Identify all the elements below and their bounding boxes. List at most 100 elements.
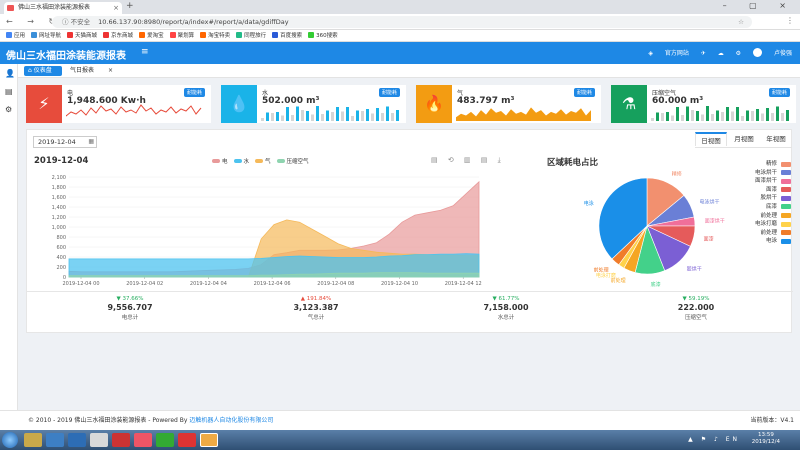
stat-value: 9,556.707 [107, 303, 153, 312]
close-tab-icon[interactable]: × [108, 67, 113, 74]
legend-item[interactable]: 压缩空气 [276, 157, 309, 165]
app3-taskbar-icon[interactable] [134, 433, 152, 447]
explorer-taskbar-icon[interactable] [24, 433, 42, 447]
date-picker[interactable]: 2019-12-04 ▦ [33, 136, 97, 148]
legend-swatch [255, 159, 264, 163]
area-power-pie-chart: 精修电泳烘干面漆烘干面漆胶烘干底漆前处理电泳打磨前处理电泳 [584, 171, 725, 288]
chart-legend: 电 水 气 压缩空气 [212, 157, 315, 165]
energy-area-chart: 2,100 1,800 1,600 1,400 1,200 1,000 800 600 400 2… [52, 175, 482, 287]
chart-title: 2019-12-04 [34, 156, 89, 166]
month-view-button[interactable]: 月视图 [729, 132, 759, 146]
pie-legend-item[interactable]: 电泳 [733, 237, 791, 246]
browser-menu-icon[interactable]: ⋮ [786, 16, 794, 25]
official-site-link[interactable]: ◈ 官方网站 [648, 50, 689, 57]
bookmark-star-icon[interactable]: ☆ [738, 16, 744, 28]
bookmark-item[interactable]: 京东商城 [103, 30, 133, 42]
sparkline-bar [266, 112, 269, 121]
pie-legend-item[interactable]: 底漆 [733, 203, 791, 212]
bookmark-icon [200, 32, 207, 38]
pie-legend-item[interactable]: 胶烘干 [733, 194, 791, 203]
bookmark-item[interactable]: 网址导航 [31, 30, 61, 42]
main-panel: 2019-12-04 ▦ 日视图 月视图 年视图 2019-12-04 电水气压… [26, 129, 793, 333]
bookmark-item[interactable]: 淘宝特卖 [200, 30, 230, 42]
pie-legend-item[interactable]: 前处理 [733, 229, 791, 238]
hamburger-menu-icon[interactable]: ≡ [141, 47, 149, 57]
cloud-icon[interactable]: ☁ [718, 50, 724, 57]
chart-toolbox[interactable]: ▤ ⟲ ▥ ▤ ⤓ [431, 156, 505, 165]
company-link[interactable]: 迈触机器人自动化股份有限公司 [189, 417, 273, 424]
sparkline-bar [761, 113, 764, 121]
pie-legend-item[interactable]: 精修 [733, 160, 791, 169]
x-tick-label: 2019-12-04 12 [445, 281, 482, 287]
close-tab-icon[interactable]: × [113, 2, 119, 14]
bookmarks-bar: 应用 网址导航 天猫商城 京东商城 爱淘宝 聚划算 淘宝特卖 同程旅行 百度搜索 360搜索 [0, 30, 800, 42]
bookmark-item[interactable]: 360搜索 [308, 30, 338, 42]
settings-icon[interactable]: ⚙ [5, 106, 13, 114]
tab-gas-daily-report[interactable]: 气日报表 × [66, 66, 130, 76]
start-button[interactable] [2, 432, 18, 448]
bookmark-item[interactable]: 爱淘宝 [139, 30, 164, 42]
sparkline-bar [311, 114, 314, 121]
y-tick-label: 1,200 [52, 215, 66, 221]
year-view-button[interactable]: 年视图 [761, 132, 791, 146]
new-tab-button[interactable]: + [126, 1, 134, 11]
pie-legend-item[interactable]: 前处理 [733, 212, 791, 221]
security-indicator[interactable]: ⓘ 不安全 [62, 18, 90, 26]
bookmark-item[interactable]: 应用 [6, 30, 25, 42]
ie-taskbar-icon[interactable] [68, 433, 86, 447]
sparkline-bar [676, 107, 679, 121]
kpi-card[interactable]: 💧 水 502.000 m³ 耐能耗 [221, 85, 406, 123]
sparkline-bar [291, 115, 294, 121]
pie-legend-label: 面漆烘干 [754, 178, 777, 185]
app-taskbar-icon[interactable] [90, 433, 108, 447]
user-menu[interactable]: 卢俊强 [752, 48, 792, 57]
window-controls[interactable]: – ▢ × [723, 1, 796, 10]
pie-legend-label: 前处理 [760, 229, 777, 236]
pie-legend-item[interactable]: 电泳烘干 [733, 169, 791, 178]
bookmark-item[interactable]: 同程旅行 [236, 30, 266, 42]
system-tray[interactable]: ▲ ⚑ ♪ EN [688, 436, 740, 443]
bookmark-item[interactable]: 天猫商城 [67, 30, 97, 42]
bookmark-item[interactable]: 百度搜索 [272, 30, 302, 42]
kpi-badge: 耐能耗 [378, 88, 400, 97]
taskbar-clock[interactable]: 13:59 2019/12/4 [752, 432, 780, 446]
legend-item[interactable]: 气 [255, 157, 271, 165]
x-tick-label: 2019-12-04 00 [62, 281, 99, 287]
tab-dashboard[interactable]: ⌂ 仪表盘 [24, 66, 62, 76]
report-icon[interactable]: ▤ [5, 88, 13, 96]
app4-taskbar-icon[interactable] [156, 433, 174, 447]
kpi-card[interactable]: ⚡ 电 1,948.600 Kw·h 耐能耗 [26, 85, 211, 123]
browser-tab[interactable]: 佛山三水福田涂装能源报表 × [4, 2, 122, 14]
pie-legend-item[interactable]: 电泳打磨 [733, 220, 791, 229]
official-site-label: 官方网站 [664, 50, 689, 57]
url-input[interactable]: ⓘ 不安全 10.66.137.90:8980/report/a/index#/… [52, 16, 752, 28]
bookmark-label: 百度搜索 [280, 33, 303, 39]
calendar-icon[interactable]: ▦ [88, 137, 94, 147]
kpi-card[interactable]: ⚗ 压缩空气 60.000 m³ 耐能耗 [611, 85, 796, 123]
pie-legend-item[interactable]: 面漆烘干 [733, 177, 791, 186]
chrome-taskbar-icon[interactable] [200, 433, 218, 447]
sparkline-bar [751, 111, 754, 121]
sparkline-bar [651, 118, 654, 121]
kpi-icon: 💧 [221, 85, 257, 123]
user-icon[interactable]: 👤 [5, 70, 15, 78]
app2-taskbar-icon[interactable] [112, 433, 130, 447]
stat-value: 3,123.387 [293, 303, 339, 312]
day-view-button[interactable]: 日视图 [695, 132, 727, 146]
avatar [752, 48, 762, 57]
sparkline-bar [306, 111, 309, 121]
legend-item[interactable]: 电 [212, 157, 228, 165]
kpi-card[interactable]: 🔥 气 483.797 m³ 耐能耗 [416, 85, 601, 123]
fullscreen-icon[interactable]: ✈ [701, 50, 706, 57]
app5-taskbar-icon[interactable] [178, 433, 196, 447]
media-taskbar-icon[interactable] [46, 433, 64, 447]
pie-legend-swatch [781, 204, 791, 210]
settings-icon[interactable]: ⚙ [736, 50, 741, 57]
x-tick-label: 2019-12-04 02 [126, 281, 163, 287]
legend-item[interactable]: 水 [233, 157, 249, 165]
bookmark-item[interactable]: 聚划算 [169, 30, 194, 42]
sparkline-bar [261, 118, 264, 121]
pie-legend-item[interactable]: 面漆 [733, 186, 791, 195]
sparkline-bar [781, 113, 784, 121]
sparkline-bar [721, 112, 724, 121]
